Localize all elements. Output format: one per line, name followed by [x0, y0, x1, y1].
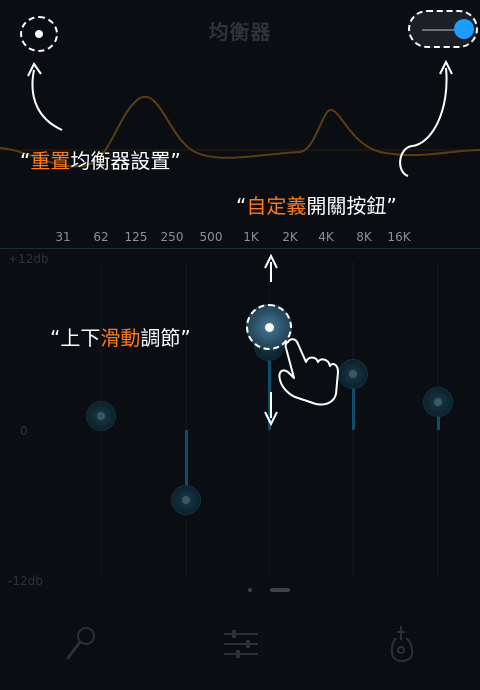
- eq-slider-knob-1k[interactable]: [246, 304, 292, 350]
- slide-hint: “上下滑動調節”: [50, 326, 191, 350]
- custom-toggle-hint: “自定義開關按鈕”: [236, 194, 397, 218]
- reset-hint: “重置均衡器設置”: [20, 149, 181, 173]
